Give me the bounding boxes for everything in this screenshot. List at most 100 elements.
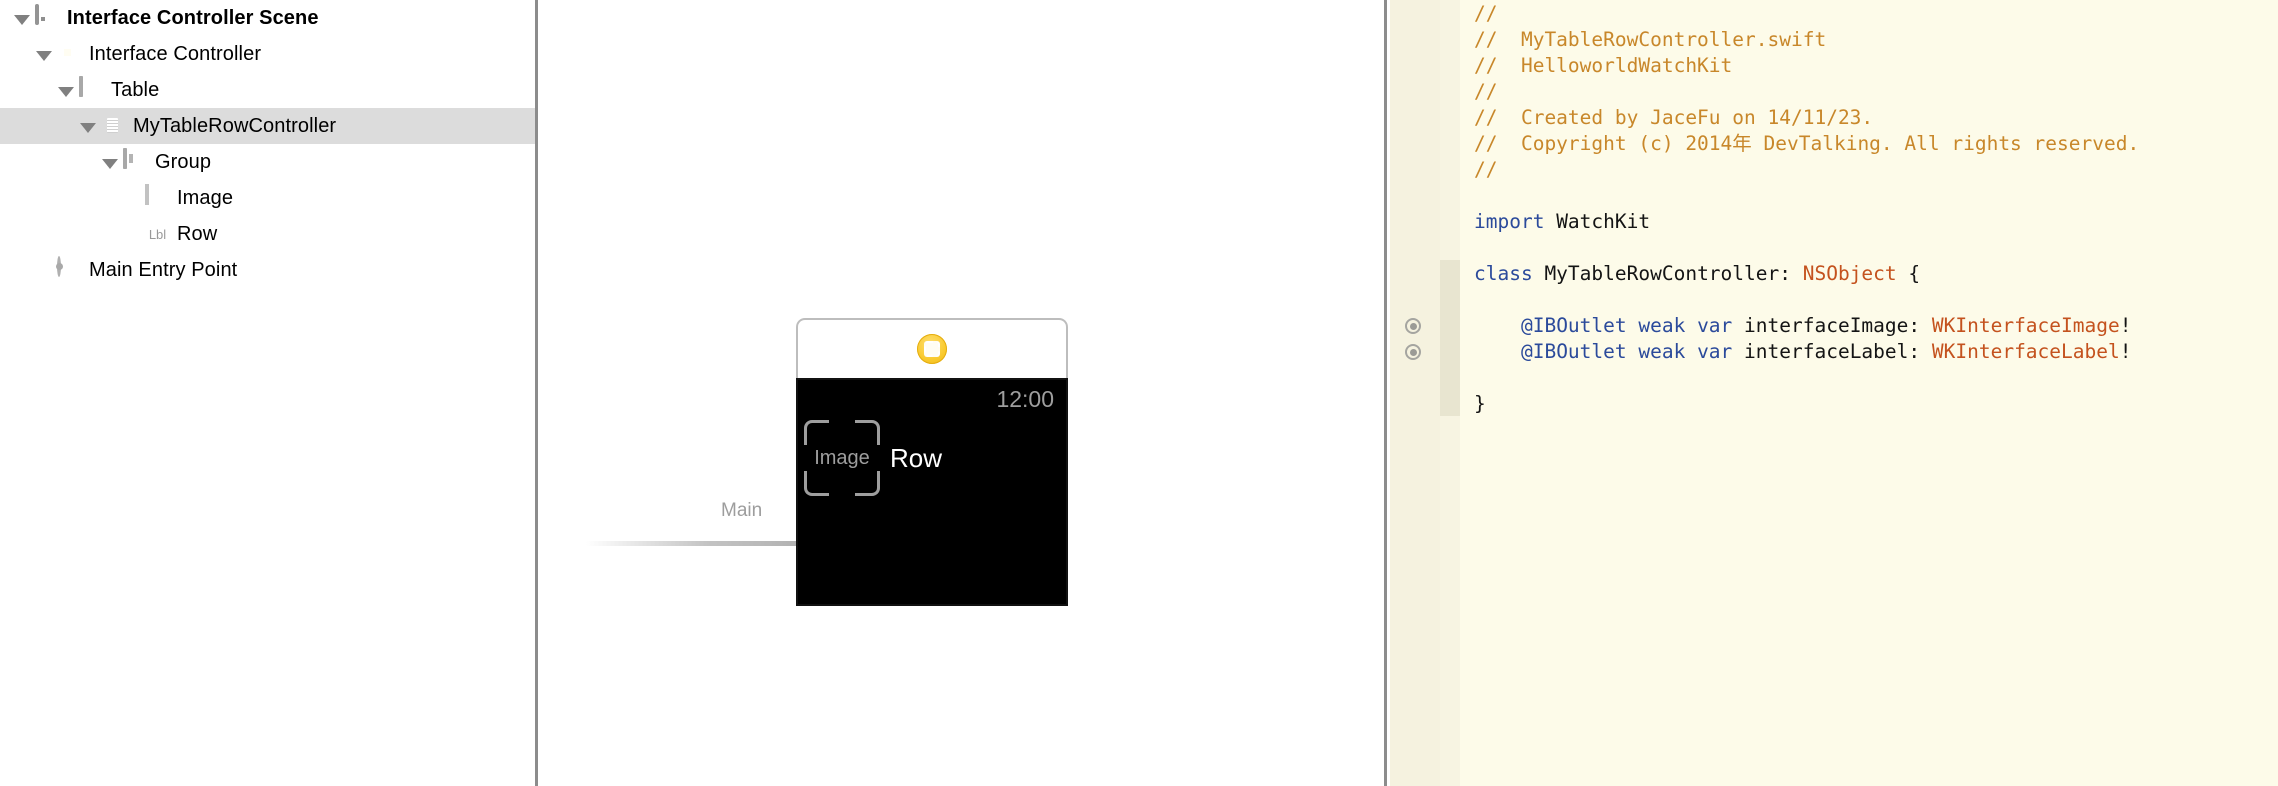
- disclosure-triangle-icon[interactable]: [12, 9, 31, 28]
- row-controller-icon: [101, 114, 126, 139]
- code-token-plain: MyTableRowController:: [1532, 262, 1803, 285]
- code-line[interactable]: // HelloworldWatchKit: [1460, 53, 2278, 79]
- outline-row-mytablerowcontroller[interactable]: MyTableRowController: [0, 108, 538, 144]
- disclosure-triangle-icon[interactable]: [100, 153, 119, 172]
- group-icon: [123, 147, 148, 175]
- code-line[interactable]: @IBOutlet weak var interfaceImage: WKInt…: [1460, 313, 2278, 339]
- outline-row-group[interactable]: Group: [0, 144, 538, 180]
- image-icon: [145, 183, 170, 211]
- code-text-area[interactable]: // // MyTableRowController.swift // Hellow…: [1460, 0, 2278, 786]
- table-icon: [79, 75, 104, 103]
- code-line[interactable]: }: [1460, 391, 2278, 417]
- row-group[interactable]: Image Row: [804, 420, 942, 496]
- outline-row-main-entry-point[interactable]: Main Entry Point: [0, 252, 538, 288]
- code-line[interactable]: import WatchKit: [1460, 209, 2278, 235]
- main-entry-point-icon: [57, 255, 82, 283]
- outlet-connection-dot-icon[interactable]: [1405, 318, 1421, 334]
- disclosure-triangle-icon[interactable]: [34, 45, 53, 64]
- code-line[interactable]: // Created by JaceFu on 14/11/23.: [1460, 105, 2278, 131]
- code-token-type: WKInterfaceImage: [1931, 314, 2120, 337]
- label-icon-glyph: Lbl: [148, 226, 167, 242]
- outline-canvas-divider[interactable]: [535, 0, 538, 786]
- code-line[interactable]: class MyTableRowController: NSObject {: [1460, 261, 2278, 287]
- code-token-comment: // MyTableRowController.swift: [1474, 28, 1827, 51]
- code-token-type: WKInterfaceLabel: [1931, 340, 2120, 363]
- outline-row-label: Interface Controller: [89, 42, 262, 65]
- placeholder-corner-tl: [804, 420, 829, 445]
- image-placeholder[interactable]: Image: [804, 420, 880, 496]
- code-line[interactable]: @IBOutlet weak var interfaceLabel: WKInt…: [1460, 339, 2278, 365]
- status-time: 12:00: [996, 386, 1054, 412]
- disclosure-triangle-icon[interactable]: [78, 117, 97, 136]
- row-label[interactable]: Row: [890, 443, 942, 474]
- outline-row-table[interactable]: Table: [0, 72, 538, 108]
- code-token-comment: // Copyright (c) 2014年 DevTalking. All r…: [1474, 132, 2140, 155]
- source-code-editor[interactable]: // // MyTableRowController.swift // Hellow…: [1390, 0, 2278, 786]
- canvas-editor-divider[interactable]: [1384, 0, 1387, 786]
- table-icon-glyph: [79, 75, 83, 97]
- code-token-plain: interfaceImage:: [1732, 314, 1932, 337]
- outline-row-label: Image: [177, 186, 234, 209]
- code-token-plain: WatchKit: [1544, 210, 1651, 233]
- watch-device-preview[interactable]: 12:00 Image Row: [796, 318, 1068, 606]
- code-line[interactable]: [1460, 287, 2278, 313]
- code-line[interactable]: //: [1460, 1, 2278, 27]
- code-line[interactable]: //: [1460, 79, 2278, 105]
- main-entry-point-icon-glyph: [57, 255, 61, 277]
- code-token-comment: //: [1474, 158, 1498, 181]
- outline-row-label: MyTableRowController: [133, 114, 337, 137]
- outline-row-label: Group: [155, 150, 212, 173]
- outline-row-label: Interface Controller Scene: [67, 6, 319, 29]
- watch-top-bezel: [796, 318, 1068, 378]
- outlet-connection-dot-icon[interactable]: [1405, 344, 1421, 360]
- code-token-keyword: @IBOutlet weak var: [1520, 314, 1733, 337]
- outline-tree[interactable]: Interface Controller Scene Interface Cont…: [0, 0, 538, 288]
- document-outline-panel: Interface Controller Scene Interface Cont…: [0, 0, 538, 786]
- placeholder-corner-br: [855, 471, 880, 496]
- code-line[interactable]: // MyTableRowController.swift: [1460, 27, 2278, 53]
- outline-row-interface-controller-scene[interactable]: Interface Controller Scene: [0, 0, 538, 36]
- watch-screen[interactable]: 12:00 Image Row: [796, 378, 1068, 606]
- storyboard-canvas[interactable]: Main 12:00 Image Row: [541, 0, 1387, 786]
- image-placeholder-label: Image: [814, 446, 870, 469]
- code-token-plain: {: [1896, 262, 1921, 285]
- code-token-type: NSObject: [1802, 262, 1897, 285]
- image-icon-glyph: [145, 183, 149, 205]
- code-line[interactable]: //: [1460, 157, 2278, 183]
- outline-row-row[interactable]: Lbl Row: [0, 216, 538, 252]
- interface-controller-icon: [57, 42, 82, 67]
- code-token-plain: !: [2119, 340, 2132, 363]
- code-line[interactable]: [1460, 365, 2278, 391]
- code-line[interactable]: // Copyright (c) 2014年 DevTalking. All r…: [1460, 131, 2278, 157]
- placeholder-corner-bl: [804, 471, 829, 496]
- segue-label: Main: [721, 500, 763, 521]
- outline-row-interface-controller[interactable]: Interface Controller: [0, 36, 538, 72]
- scene-icon: [35, 3, 60, 31]
- code-token-keyword: import: [1474, 210, 1545, 233]
- code-token-keyword: class: [1474, 262, 1533, 285]
- code-token-comment: // Created by JaceFu on 14/11/23.: [1474, 106, 1874, 129]
- code-line[interactable]: [1460, 235, 2278, 261]
- code-token-keyword: @IBOutlet weak var: [1520, 340, 1733, 363]
- outline-row-label: Row: [177, 222, 218, 245]
- code-token-comment: //: [1474, 80, 1498, 103]
- scene-icon-glyph: [35, 3, 39, 25]
- group-icon-glyph: [123, 147, 127, 169]
- fold-ribbon-active-range[interactable]: [1440, 260, 1460, 416]
- label-icon: Lbl: [145, 222, 170, 247]
- disclosure-triangle-icon[interactable]: [56, 81, 75, 100]
- code-token-plain: interfaceLabel:: [1732, 340, 1932, 363]
- editor-gutter[interactable]: [1390, 0, 1440, 786]
- code-token-plain: !: [2119, 314, 2132, 337]
- outline-row-image[interactable]: Image: [0, 180, 538, 216]
- code-line[interactable]: [1460, 183, 2278, 209]
- placeholder-corner-tr: [855, 420, 880, 445]
- interface-controller-badge-icon[interactable]: [917, 334, 947, 364]
- code-token-plain: }: [1474, 392, 1486, 415]
- outline-row-label: Main Entry Point: [89, 258, 238, 281]
- code-fold-ribbon[interactable]: [1440, 0, 1460, 786]
- code-token-comment: // HelloworldWatchKit: [1474, 54, 1733, 77]
- outline-row-label: Table: [111, 78, 160, 101]
